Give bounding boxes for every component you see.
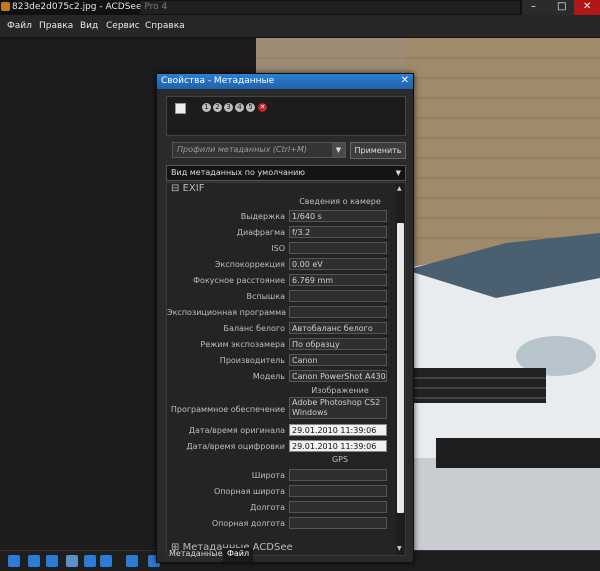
- field-label: Экспокоррекция: [214, 260, 285, 269]
- rating-box: 1 2 3 4 5 ✕: [166, 96, 406, 136]
- field-value[interactable]: По образцу: [289, 338, 387, 350]
- field-label: Вспышка: [246, 292, 286, 301]
- field-label: Дата/время оцифровки: [186, 442, 285, 451]
- field-value[interactable]: Canon: [289, 354, 387, 366]
- field-value[interactable]: [289, 501, 387, 513]
- exif-title: EXIF: [182, 183, 205, 194]
- title-strip: [140, 1, 520, 14]
- title-bar: 823de2d075c2.jpg - ACDSee Pro 4 – □ ✕: [0, 0, 600, 15]
- maximize-icon: □: [557, 1, 567, 12]
- field-value[interactable]: [289, 517, 387, 529]
- field-value[interactable]: [289, 469, 387, 481]
- field-label: Выдержка: [240, 212, 285, 221]
- close-icon: ✕: [583, 1, 592, 12]
- scrollbar[interactable]: ▲ ▼: [396, 183, 405, 555]
- field-label: Экспозиционная программа: [167, 308, 287, 317]
- panel-title: Свойства - Метаданные: [161, 76, 275, 86]
- clear-rating-icon[interactable]: ✕: [258, 103, 267, 112]
- field-value[interactable]: [289, 306, 387, 318]
- profile-placeholder: Профили метаданных (Ctrl+M): [177, 145, 307, 154]
- scroll-up-icon[interactable]: ▲: [397, 185, 402, 192]
- menu-file[interactable]: Файл: [7, 21, 32, 31]
- tool-icon-1[interactable]: [8, 555, 20, 567]
- tab-file[interactable]: Файл: [223, 548, 254, 562]
- chevron-down-icon[interactable]: ▼: [332, 143, 345, 157]
- field-label: Фокусное расстояние: [193, 276, 285, 285]
- field-label: Опорная широта: [213, 487, 285, 496]
- rating-4-icon[interactable]: 4: [235, 103, 244, 112]
- panel-header: Свойства - Метаданные ✕: [157, 74, 413, 89]
- metadata-profile-select[interactable]: Профили метаданных (Ctrl+M) ▼: [172, 142, 346, 158]
- collapse-icon: ⊟: [171, 183, 180, 194]
- field-value[interactable]: 0.00 eV: [289, 258, 387, 270]
- section-camera: Сведения о камере: [299, 197, 381, 206]
- chevron-down-icon[interactable]: ▼: [396, 169, 401, 177]
- field-label: Модель: [252, 372, 285, 381]
- field-value[interactable]: Автобаланс белого: [289, 322, 387, 334]
- exif-section-header[interactable]: ⊟ EXIF: [171, 183, 204, 194]
- properties-panel: Свойства - Метаданные ✕ 1 2 3 4 5 ✕ Проф…: [156, 73, 414, 563]
- rating-3-icon[interactable]: 3: [224, 103, 233, 112]
- tag-checkbox[interactable]: [175, 103, 186, 114]
- field-value[interactable]: 29.01.2010 11:39:06: [289, 424, 387, 436]
- field-label: Долгота: [250, 503, 285, 512]
- rating-2-icon[interactable]: 2: [213, 103, 222, 112]
- field-value[interactable]: 1/640 s: [289, 210, 387, 222]
- field-label: ISO: [271, 244, 285, 253]
- select-tool-icon[interactable]: [84, 555, 96, 567]
- close-window-button[interactable]: ✕: [574, 0, 600, 15]
- field-label: Широта: [251, 471, 285, 480]
- menu-view[interactable]: Вид: [80, 21, 98, 31]
- field-label: Производитель: [219, 356, 285, 365]
- rating-1-icon[interactable]: 1: [202, 103, 211, 112]
- panel-close-icon[interactable]: ✕: [401, 75, 409, 86]
- field-label: Диафрагма: [236, 228, 285, 237]
- minimize-icon: –: [531, 1, 536, 12]
- apply-button[interactable]: Применить: [350, 142, 406, 159]
- field-value[interactable]: [289, 242, 387, 254]
- field-value[interactable]: [289, 290, 387, 302]
- maximize-button[interactable]: □: [548, 0, 574, 15]
- scroll-thumb[interactable]: [397, 223, 404, 513]
- field-label: Режим экспозамера: [200, 340, 285, 349]
- field-label: Баланс белого: [223, 324, 285, 333]
- field-value[interactable]: [289, 485, 387, 497]
- section-image: Изображение: [311, 386, 369, 395]
- field-label: Опорная долгота: [211, 519, 285, 528]
- hand-tool-icon[interactable]: [66, 555, 78, 567]
- field-value[interactable]: Adobe Photoshop CS2 Windows: [289, 397, 387, 419]
- tool-icon-2[interactable]: [28, 555, 40, 567]
- rating-5-icon[interactable]: 5: [246, 103, 255, 112]
- field-label: Дата/время оригинала: [188, 426, 285, 435]
- menu-help[interactable]: Справка: [145, 21, 185, 31]
- metadata-view-select[interactable]: Вид метаданных по умолчанию ▼: [166, 165, 406, 181]
- menu-tools[interactable]: Сервис: [106, 21, 140, 31]
- zoom-tool-icon[interactable]: [100, 555, 112, 567]
- menu-edit[interactable]: Правка: [39, 21, 73, 31]
- app-icon: [1, 2, 10, 11]
- field-label: Программное обеспечение: [170, 405, 285, 414]
- tab-metadata[interactable]: Метаданные: [165, 548, 227, 562]
- metadata-list: ⊟ EXIF Сведения о камере Выдержка 1/640 …: [166, 182, 406, 556]
- tool-icon-7[interactable]: [126, 555, 138, 567]
- field-value[interactable]: Canon PowerShot A430: [289, 370, 387, 382]
- field-value[interactable]: f/3.2: [289, 226, 387, 238]
- tool-icon-3[interactable]: [46, 555, 58, 567]
- menu-bar: Файл Правка Вид Сервис Справка: [0, 15, 600, 38]
- field-value[interactable]: 29.01.2010 11:39:06: [289, 440, 387, 452]
- minimize-button[interactable]: –: [522, 0, 548, 15]
- view-select-label: Вид метаданных по умолчанию: [171, 168, 306, 177]
- field-value[interactable]: 6.769 mm: [289, 274, 387, 286]
- section-gps: GPS: [331, 455, 349, 464]
- scroll-down-icon[interactable]: ▼: [397, 545, 402, 552]
